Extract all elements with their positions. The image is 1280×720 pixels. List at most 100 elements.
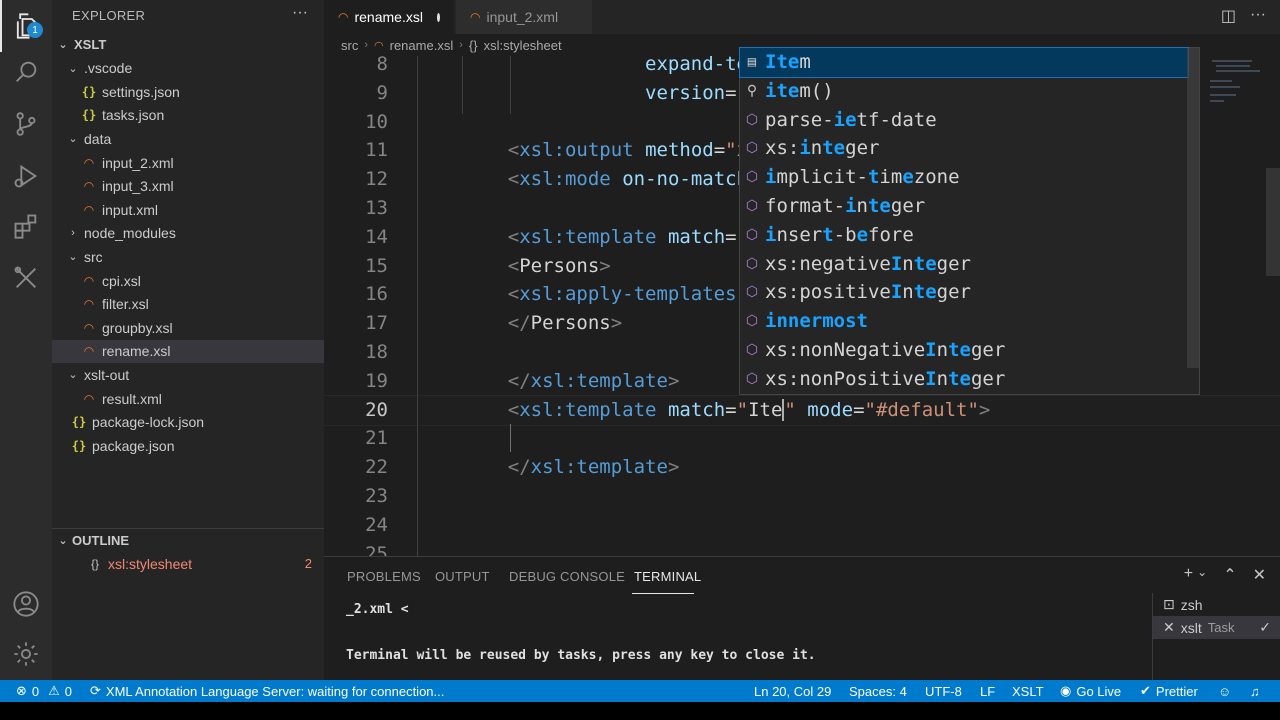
problems-status[interactable]: ⊗ 0 ⚠ 0: [16, 680, 72, 702]
suggestion-label: xs:positiveInteger: [765, 281, 971, 304]
tree-item[interactable]: ⌄ .vscode: [52, 57, 324, 80]
suggestion-item[interactable]: ⬡ xs:integer: [740, 134, 1188, 163]
tab-rename-xsl[interactable]: ◠ rename.xsl: [324, 0, 454, 34]
json-file-icon: {}: [81, 108, 97, 123]
code-line[interactable]: 22 </xsl:template>: [324, 453, 1280, 482]
chevron-right-icon: ›: [71, 227, 75, 240]
tree-item[interactable]: {} package.json: [52, 434, 324, 457]
rss-file-icon: ◠: [83, 155, 95, 170]
tree-item[interactable]: ⌄ xslt-out: [52, 363, 324, 386]
tree-item[interactable]: ◠ rename.xsl: [52, 339, 324, 363]
breadcrumb-src[interactable]: src: [341, 38, 358, 53]
terminal-item-xslt[interactable]: ✕ xslt Task ✓: [1153, 616, 1280, 639]
tab-input-2-xml[interactable]: ◠ input_2.xml: [456, 0, 592, 34]
settings-gear-icon[interactable]: [0, 628, 52, 680]
run-debug-icon[interactable]: [0, 150, 52, 202]
code-line[interactable]: 23: [324, 482, 1280, 511]
editor-scrollbar[interactable]: [1266, 168, 1280, 276]
tab-output[interactable]: OUTPUT: [435, 569, 490, 584]
tab-terminal[interactable]: TERMINAL: [634, 569, 701, 584]
tree-item[interactable]: ⌄ data: [52, 127, 324, 150]
suggestion-item[interactable]: ⬡ xs:positiveInteger: [740, 278, 1188, 307]
language-mode[interactable]: XSLT: [1012, 680, 1044, 702]
cursor-position[interactable]: Ln 20, Col 29: [754, 680, 831, 702]
tree-item[interactable]: ◠ cpi.xsl: [52, 269, 324, 292]
tree-item[interactable]: {} settings.json: [52, 80, 324, 103]
tree-item[interactable]: ◠ input_3.xml: [52, 175, 324, 198]
suggestion-label: insert-before: [765, 223, 914, 246]
tree-item-label: data: [84, 130, 112, 147]
unsaved-dot-icon[interactable]: [436, 12, 440, 22]
new-terminal-icon[interactable]: +: [1184, 565, 1193, 585]
suggestion-item[interactable]: ▤ Item: [739, 47, 1189, 78]
minimap[interactable]: [1202, 56, 1280, 556]
tree-item[interactable]: ◠ groupby.xsl: [52, 316, 324, 339]
eol-status[interactable]: LF: [980, 680, 995, 702]
tree-item[interactable]: ◠ input.xml: [52, 198, 324, 221]
account-icon[interactable]: [0, 578, 52, 630]
suggestion-item[interactable]: ⚲ item(): [740, 77, 1188, 106]
tab-debug-console[interactable]: DEBUG CONSOLE: [509, 569, 625, 584]
snippet-icon: ▤: [747, 54, 757, 70]
line-number: 14: [365, 225, 388, 248]
tree-item[interactable]: › node_modules: [52, 222, 324, 245]
code-line[interactable]: 20 <xsl:template match="Ite " mode="#defa…: [324, 394, 1280, 426]
tools-icon[interactable]: [0, 252, 52, 304]
suggestion-label: item(): [765, 79, 834, 102]
tree-item[interactable]: {} tasks.json: [52, 104, 324, 127]
search-icon[interactable]: [0, 46, 52, 98]
outline-header[interactable]: ⌄ OUTLINE: [52, 529, 324, 552]
double-check-icon: ✔: [1140, 683, 1151, 698]
tree-item[interactable]: ◠ input_2.xml: [52, 151, 324, 174]
encoding-status[interactable]: UTF-8: [925, 680, 962, 702]
suggestion-item[interactable]: ⬡ xs:negativeInteger: [740, 250, 1188, 279]
explorer-icon[interactable]: 1: [0, 0, 52, 52]
source-control-icon[interactable]: [0, 98, 52, 150]
notifications-icon[interactable]: ♫: [1250, 680, 1260, 702]
function-cube-icon: ⬡: [745, 284, 759, 301]
tree-item[interactable]: ⌄ XSLT: [52, 33, 324, 56]
chevron-down-icon[interactable]: ⌄: [1197, 565, 1207, 585]
indentation-status[interactable]: Spaces: 4: [849, 680, 907, 702]
suggestion-item[interactable]: ⬡ xs:nonNegativeInteger: [740, 336, 1188, 365]
outline-item[interactable]: {} xsl:stylesheet 2: [52, 552, 324, 575]
suggestion-item[interactable]: ⬡ parse-ietf-date: [740, 106, 1188, 135]
suggestion-item[interactable]: ⬡ implicit-timezone: [740, 163, 1188, 192]
line-number: 25: [365, 542, 388, 556]
language-server-status[interactable]: ⟳ XML Annotation Language Server: waitin…: [90, 680, 444, 702]
feedback-icon[interactable]: ☺: [1218, 680, 1231, 702]
code-line[interactable]: 21: [324, 424, 1280, 453]
breadcrumb-file[interactable]: rename.xsl: [390, 38, 454, 53]
function-cube-icon: ⬡: [745, 140, 759, 157]
terminal-item-zsh[interactable]: ⊡ zsh: [1153, 593, 1280, 616]
suggestion-item[interactable]: ⬡ xs:nonPositiveInteger: [740, 365, 1188, 394]
rss-file-icon: ◠: [83, 344, 95, 359]
more-actions-icon[interactable]: ···: [292, 4, 308, 22]
tree-item[interactable]: ◠ result.xml: [52, 387, 324, 410]
breadcrumb-symbol[interactable]: xsl:stylesheet: [484, 38, 562, 53]
maximize-panel-icon[interactable]: ⌃: [1223, 565, 1236, 585]
go-live-button[interactable]: ◉ Go Live: [1060, 680, 1121, 702]
code-line[interactable]: 24: [324, 511, 1280, 540]
tree-item[interactable]: ⌄ src: [52, 245, 324, 268]
suggestion-scrollbar[interactable]: [1187, 48, 1199, 368]
suggestion-item[interactable]: ⬡ insert-before: [740, 221, 1188, 250]
rss-file-icon: ◠: [83, 297, 95, 312]
code-line[interactable]: 25: [324, 540, 1280, 556]
line-number: 23: [365, 485, 388, 507]
terminal-output-line: Terminal will be reused by tasks, press …: [346, 648, 816, 663]
tree-item-label: input_3.xml: [102, 178, 174, 195]
more-actions-icon[interactable]: ···: [1250, 6, 1266, 26]
line-number: 17: [365, 312, 388, 335]
prettier-status[interactable]: ✔ Prettier: [1140, 680, 1198, 702]
tab-label: input_2.xml: [486, 9, 559, 25]
tab-problems[interactable]: PROBLEMS: [347, 569, 421, 584]
split-editor-icon[interactable]: ◫: [1221, 6, 1236, 26]
tree-item[interactable]: ◠ filter.xsl: [52, 293, 324, 316]
extensions-icon[interactable]: [0, 200, 52, 252]
suggestion-item[interactable]: ⬡ innermost: [740, 307, 1188, 336]
tree-item[interactable]: {} package-lock.json: [52, 411, 324, 434]
close-panel-icon[interactable]: ✕: [1253, 565, 1266, 585]
bottom-panel: PROBLEMS OUTPUT DEBUG CONSOLE TERMINAL +…: [324, 556, 1280, 681]
suggestion-item[interactable]: ⬡ format-integer: [740, 192, 1188, 221]
